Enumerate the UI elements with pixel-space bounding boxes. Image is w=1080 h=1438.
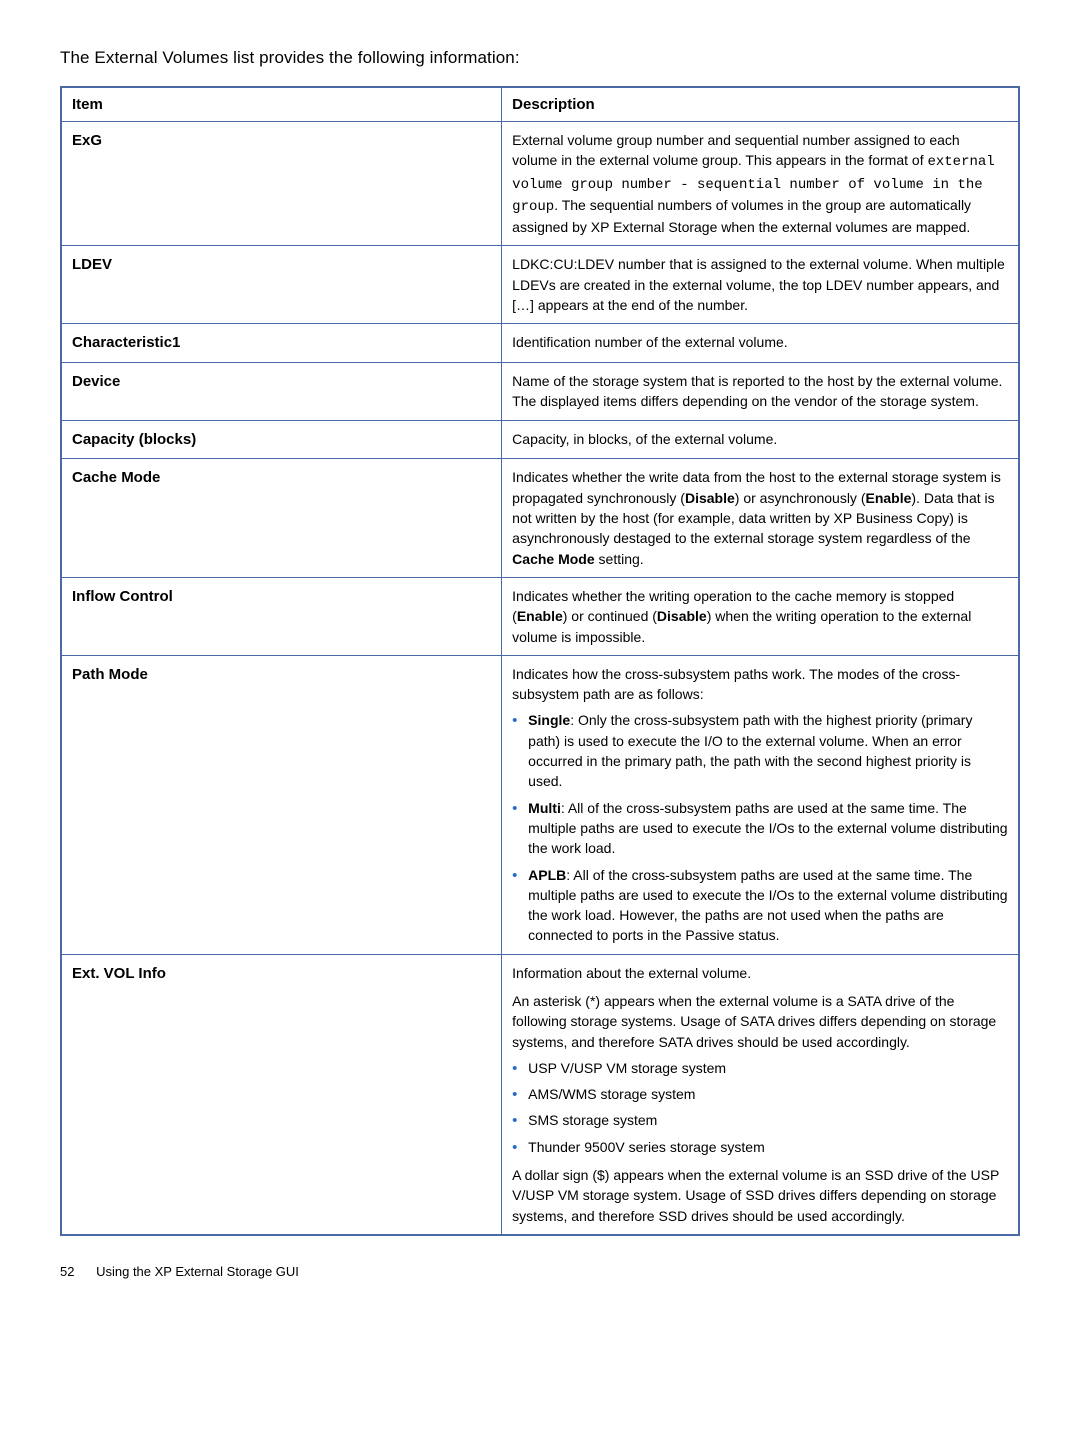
table-row: Inflow Control Indicates whether the wri… <box>61 577 1019 655</box>
text: . The sequential numbers of volumes in t… <box>512 197 971 235</box>
ext-p2: An asterisk (*) appears when the externa… <box>512 991 1008 1052</box>
desc-capacity: Capacity, in blocks, of the external vol… <box>502 420 1019 459</box>
text: setting. <box>595 551 644 567</box>
desc-exg: External volume group number and sequent… <box>502 122 1019 246</box>
list-item: SMS storage system <box>512 1110 1008 1130</box>
item-device: Device <box>61 363 502 421</box>
table-row: Capacity (blocks) Capacity, in blocks, o… <box>61 420 1019 459</box>
header-description: Description <box>502 87 1019 122</box>
desc-cache-mode: Indicates whether the write data from th… <box>502 459 1019 577</box>
list-item: APLB: All of the cross-subsystem paths a… <box>512 865 1008 946</box>
list-item: Thunder 9500V series storage system <box>512 1137 1008 1157</box>
text: : Only the cross-subsystem path with the… <box>528 712 972 789</box>
bold: APLB <box>528 867 566 883</box>
text: ) or continued ( <box>563 608 657 624</box>
bold: Disable <box>685 490 735 506</box>
desc-device: Name of the storage system that is repor… <box>502 363 1019 421</box>
list-item: AMS/WMS storage system <box>512 1084 1008 1104</box>
text: ) or asynchronously ( <box>735 490 866 506</box>
ext-p3: A dollar sign ($) appears when the exter… <box>512 1165 1008 1226</box>
item-ext-vol-info: Ext. VOL Info <box>61 954 502 1235</box>
table-row: Cache Mode Indicates whether the write d… <box>61 459 1019 577</box>
list-item: USP V/USP VM storage system <box>512 1058 1008 1078</box>
page-number: 52 <box>60 1264 74 1279</box>
text: : All of the cross-subsystem paths are u… <box>528 800 1007 857</box>
desc-characteristic1: Identification number of the external vo… <box>502 324 1019 363</box>
table-row: Device Name of the storage system that i… <box>61 363 1019 421</box>
table-row: Ext. VOL Info Information about the exte… <box>61 954 1019 1235</box>
ext-list: USP V/USP VM storage system AMS/WMS stor… <box>512 1058 1008 1157</box>
item-characteristic1: Characteristic1 <box>61 324 502 363</box>
bold: Multi <box>528 800 561 816</box>
table-header-row: Item Description <box>61 87 1019 122</box>
item-capacity: Capacity (blocks) <box>61 420 502 459</box>
desc-ldev: LDKC:CU:LDEV number that is assigned to … <box>502 246 1019 324</box>
bold: Cache Mode <box>512 551 594 567</box>
table-row: Characteristic1 Identification number of… <box>61 324 1019 363</box>
item-cache-mode: Cache Mode <box>61 459 502 577</box>
bold: Enable <box>517 608 563 624</box>
text: : All of the cross-subsystem paths are u… <box>528 867 1007 944</box>
list-item: Multi: All of the cross-subsystem paths … <box>512 798 1008 859</box>
path-mode-lead: Indicates how the cross-subsystem paths … <box>512 664 1008 705</box>
path-mode-list: Single: Only the cross-subsystem path wi… <box>512 710 1008 945</box>
intro-text: The External Volumes list provides the f… <box>60 48 1020 68</box>
item-path-mode: Path Mode <box>61 655 502 954</box>
ext-p1: Information about the external volume. <box>512 963 1008 983</box>
external-volumes-table: Item Description ExG External volume gro… <box>60 86 1020 1236</box>
item-ldev: LDEV <box>61 246 502 324</box>
bold: Enable <box>865 490 911 506</box>
table-row: LDEV LDKC:CU:LDEV number that is assigne… <box>61 246 1019 324</box>
item-exg: ExG <box>61 122 502 246</box>
desc-ext-vol-info: Information about the external volume. A… <box>502 954 1019 1235</box>
header-item: Item <box>61 87 502 122</box>
table-row: ExG External volume group number and seq… <box>61 122 1019 246</box>
bold: Disable <box>657 608 707 624</box>
desc-path-mode: Indicates how the cross-subsystem paths … <box>502 655 1019 954</box>
table-row: Path Mode Indicates how the cross-subsys… <box>61 655 1019 954</box>
page-footer: 52 Using the XP External Storage GUI <box>60 1264 1020 1279</box>
bold: Single <box>528 712 570 728</box>
section-title: Using the XP External Storage GUI <box>96 1264 299 1279</box>
desc-inflow-control: Indicates whether the writing operation … <box>502 577 1019 655</box>
text: External volume group number and sequent… <box>512 132 960 168</box>
item-inflow-control: Inflow Control <box>61 577 502 655</box>
list-item: Single: Only the cross-subsystem path wi… <box>512 710 1008 791</box>
